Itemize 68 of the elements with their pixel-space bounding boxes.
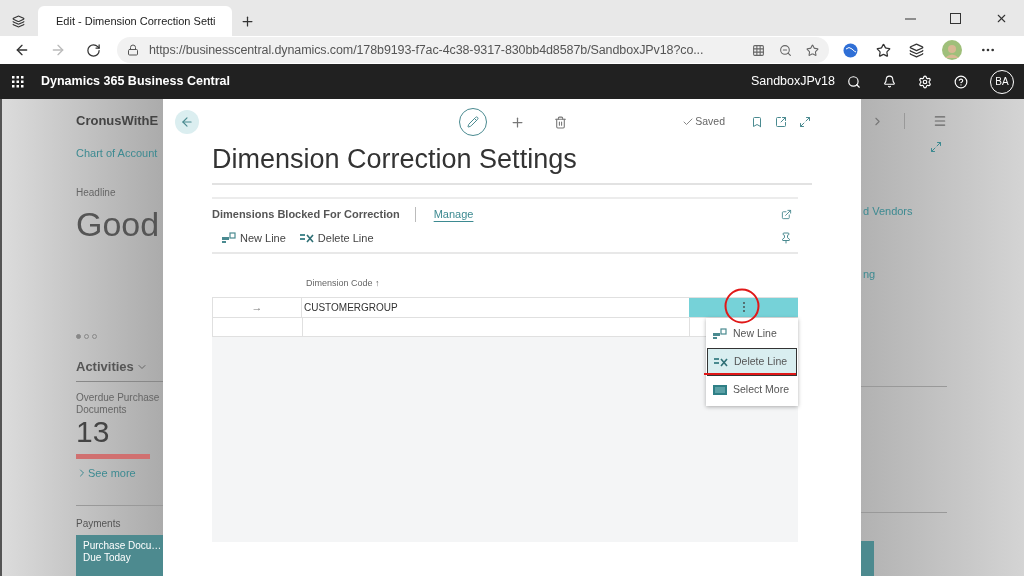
action-button[interactable]: New Line xyxy=(222,229,286,247)
payments-heading: Payments xyxy=(76,517,122,531)
expand-icon[interactable] xyxy=(799,116,811,128)
saved-status: Saved xyxy=(695,114,725,130)
menu-icon[interactable] xyxy=(933,114,947,128)
zoom-icon[interactable] xyxy=(779,43,792,57)
favorite-icon[interactable] xyxy=(806,43,819,57)
new-line-icon xyxy=(222,232,236,244)
profile-avatar[interactable] xyxy=(942,40,962,60)
bookmark-icon[interactable] xyxy=(751,116,763,128)
select-more-icon xyxy=(713,384,727,396)
manage-tab[interactable]: Manage xyxy=(433,205,474,223)
cue-value[interactable]: 13 xyxy=(76,415,163,448)
app-available-icon[interactable] xyxy=(752,43,765,57)
tile-edge xyxy=(861,541,874,576)
company-name: CronusWithE xyxy=(76,112,160,130)
new-line-icon xyxy=(713,328,727,340)
row-actions-cell[interactable] xyxy=(689,297,798,317)
headline-text: Good xyxy=(76,204,161,244)
tile-text: Due Today xyxy=(83,552,132,564)
column-header[interactable]: Dimension Code ↑ xyxy=(306,277,812,291)
environment-name: SandboxJPv18 xyxy=(750,73,835,91)
expand-icon[interactable] xyxy=(930,141,942,153)
new-icon[interactable] xyxy=(510,114,525,130)
open-in-new-icon[interactable] xyxy=(781,208,792,220)
menu-item[interactable]: New Line xyxy=(707,320,797,348)
lock-icon xyxy=(127,44,139,56)
refresh-icon[interactable] xyxy=(86,42,101,58)
tab-title: Edit - Dimension Correction Setti xyxy=(56,13,216,29)
activities-heading[interactable]: Activities xyxy=(76,357,134,377)
back-icon[interactable] xyxy=(14,42,30,58)
favorites-icon[interactable] xyxy=(876,42,891,58)
url-text: https://businesscentral.dynamics.com/178b9193-f7ac-4c38-9317-830bb4d8587b/SandboxJPv18?co... xyxy=(149,41,704,59)
cue-label: Overdue Purchase Documents xyxy=(76,391,161,416)
pencil-icon xyxy=(467,116,479,128)
tab-actions-icon[interactable] xyxy=(12,14,25,28)
open-new-window-icon[interactable] xyxy=(775,116,787,128)
check-icon xyxy=(682,116,695,128)
search-icon[interactable] xyxy=(847,74,861,89)
payment-tile[interactable]: Purchase Docu… Due Today xyxy=(76,535,163,576)
page-title: Dimension Correction Settings xyxy=(212,143,578,175)
delete-line-icon xyxy=(299,232,314,244)
app-launcher-icon[interactable] xyxy=(12,75,24,88)
maximize-icon[interactable] xyxy=(950,12,961,24)
table-cell[interactable]: CUSTOMERGROUP xyxy=(302,297,689,317)
delete-line-icon xyxy=(714,356,728,368)
globe-icon[interactable] xyxy=(843,42,858,58)
tile-text: Purchase Docu… xyxy=(83,540,163,552)
back-button[interactable] xyxy=(175,110,199,134)
pin-icon[interactable] xyxy=(780,232,792,244)
menu-item[interactable]: Delete Line xyxy=(707,348,797,376)
new-tab-icon[interactable] xyxy=(240,13,255,29)
back-arrow-icon xyxy=(180,115,194,129)
delete-icon[interactable] xyxy=(554,115,567,129)
collections-icon[interactable] xyxy=(909,42,924,58)
menu-item[interactable]: Select More xyxy=(707,376,797,404)
headline-label: Headline xyxy=(76,186,117,200)
row-indicator: → xyxy=(212,297,302,317)
browser-tab[interactable]: Edit - Dimension Correction Setti xyxy=(38,6,232,36)
more-options-icon[interactable] xyxy=(742,302,745,312)
app-title: Dynamics 365 Business Central xyxy=(41,73,230,91)
notifications-icon[interactable] xyxy=(883,75,896,88)
settings-icon[interactable] xyxy=(918,74,932,89)
action-button[interactable]: Delete Line xyxy=(299,229,374,247)
help-icon[interactable] xyxy=(954,74,968,89)
part-title: Dimensions Blocked For Correction xyxy=(212,206,400,222)
circle-annotation xyxy=(724,288,760,324)
address-field[interactable]: https://businesscentral.dynamics.com/178b9193-f7ac-4c38-9317-830bb4d8587b/SandboxJPv18?co... xyxy=(117,37,829,63)
